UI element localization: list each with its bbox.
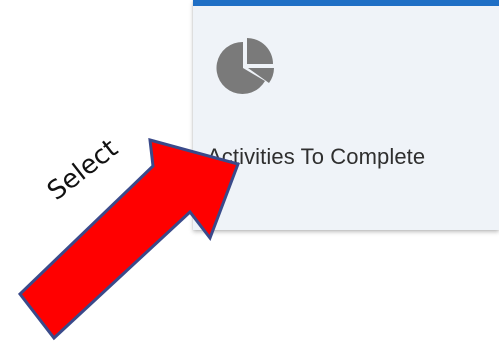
select-annotation-label: Select — [42, 133, 124, 207]
tile-label: Activities To Complete — [207, 144, 426, 169]
pie-chart-icon — [207, 28, 285, 94]
activities-to-complete-tile[interactable]: Activities To Complete — [193, 0, 499, 230]
